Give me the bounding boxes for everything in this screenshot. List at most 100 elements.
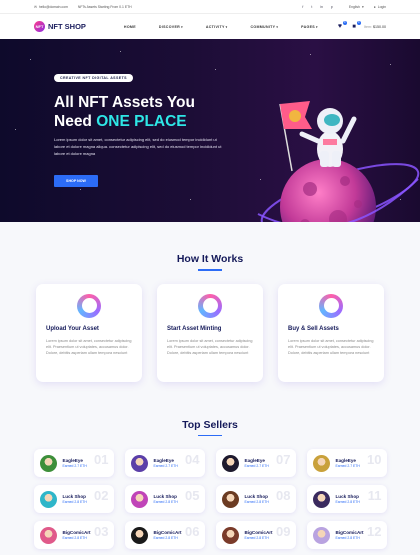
seller-card[interactable]: BigComicArt Earned 2.8 ETH 06 xyxy=(124,521,205,550)
seller-card[interactable]: BigComicArt Earned 2.8 ETH 03 xyxy=(33,521,114,550)
seller-rank: 07 xyxy=(276,452,291,468)
astronaut-planet-illustration xyxy=(257,101,420,222)
seller-name: EagleEye xyxy=(244,457,265,463)
step-card[interactable]: Buy & Sell Assets Lorem ipsum dolor sit a… xyxy=(278,283,384,382)
hero-title: All NFT Assets You Need ONE PLACE xyxy=(54,93,254,131)
facebook-icon[interactable]: f xyxy=(302,5,303,9)
seller-rank: 12 xyxy=(367,524,382,540)
seller-card[interactable]: Luck Shop Earned 2.8 ETH 08 xyxy=(215,485,296,514)
step-title: Buy & Sell Assets xyxy=(288,325,339,332)
seller-info: EagleEye Earned 2.7 ETH xyxy=(336,458,360,469)
linkedin-icon[interactable]: in xyxy=(320,5,323,9)
seller-earned: Earned 2.8 ETH xyxy=(244,536,269,541)
login-link[interactable]: ● Login xyxy=(374,5,386,9)
top-bar: ✉ hello@domain.com NFTs Assets Starting F… xyxy=(0,0,420,14)
seller-rank: 09 xyxy=(276,524,291,540)
shop-now-button[interactable]: SHOP NOW xyxy=(54,175,98,187)
twitter-icon[interactable]: t xyxy=(311,5,312,9)
seller-name: Luck Shop xyxy=(153,493,177,499)
seller-info: BigComicArt Earned 2.8 ETH xyxy=(63,530,91,541)
seller-name: BigComicArt xyxy=(335,529,364,535)
seller-info: BigComicArt Earned 2.8 ETH xyxy=(154,530,182,541)
seller-name: BigComicArt xyxy=(153,529,182,535)
step-card[interactable]: Start Asset Minting Lorem ipsum dolor sit… xyxy=(157,283,263,382)
buy-sell-icon xyxy=(319,293,343,318)
seller-earned: Earned 2.7 ETH xyxy=(153,464,178,469)
nav-item-discover[interactable]: DISCOVER ▾ xyxy=(159,25,183,29)
email-contact[interactable]: ✉ hello@domain.com xyxy=(34,5,68,9)
nav-item-activity-label: ACTIVITY xyxy=(205,24,225,29)
hero-title-accent: ONE PLACE xyxy=(96,113,187,130)
user-icon: ● xyxy=(373,4,376,9)
mail-icon: ✉ xyxy=(34,4,37,9)
avatar xyxy=(312,454,330,472)
seller-info: EagleEye Earned 2.7 ETH xyxy=(154,458,178,469)
language-select[interactable]: English ▾ xyxy=(349,5,364,9)
upload-icon xyxy=(77,293,101,318)
step-text: Lorem ipsum dolor sit amet, consectetur … xyxy=(46,338,132,356)
seller-name: EagleEye xyxy=(153,457,174,463)
cart-balance[interactable]: Item: $150.00 xyxy=(364,25,386,29)
seller-name: Luck Shop xyxy=(62,493,86,499)
chevron-down-icon: ▾ xyxy=(225,24,228,29)
seller-earned: Earned 2.8 ETH xyxy=(244,500,269,505)
minting-icon xyxy=(198,293,222,318)
avatar xyxy=(130,526,148,544)
seller-card[interactable]: EagleEye Earned 2.7 ETH 10 xyxy=(306,449,387,478)
seller-card[interactable]: Luck Shop Earned 2.8 ETH 05 xyxy=(124,485,205,514)
seller-info: Luck Shop Earned 2.8 ETH xyxy=(336,494,360,505)
nav-item-home[interactable]: HOME xyxy=(124,25,136,29)
sellers-grid: EagleEye Earned 2.7 ETH 01 EagleEye Earned 2… xyxy=(0,449,420,550)
step-title: Upload Your Asset xyxy=(46,325,99,332)
hero-title-line2: Need ONE PLACE xyxy=(54,112,254,131)
balance-value: $150.00 xyxy=(373,24,386,29)
seller-info: BigComicArt Earned 2.8 ETH xyxy=(245,530,273,541)
nav-menu: HOME DISCOVER ▾ ACTIVITY ▾ COMMUNITY ▾ PAGE… xyxy=(124,25,318,29)
nav-item-activity[interactable]: ACTIVITY ▾ xyxy=(206,25,228,29)
heart-icon: ♥ xyxy=(337,23,343,30)
pinterest-icon[interactable]: p xyxy=(331,5,333,9)
login-label: Login xyxy=(377,4,386,9)
seller-rank: 04 xyxy=(185,452,200,468)
title-underline xyxy=(198,269,222,271)
site-logo[interactable]: NFT NFT SHOP xyxy=(34,21,86,32)
top-sellers-title: Top Sellers xyxy=(182,418,238,431)
seller-earned: Earned 2.8 ETH xyxy=(153,500,178,505)
nav-actions: ♥ 0 ■ 0 Item: $150.00 xyxy=(336,20,386,31)
seller-card[interactable]: EagleEye Earned 2.7 ETH 04 xyxy=(124,449,205,478)
seller-card[interactable]: BigComicArt Earned 2.8 ETH 09 xyxy=(215,521,296,550)
cart-button[interactable]: ■ 0 xyxy=(350,20,361,31)
seller-card[interactable]: Luck Shop Earned 2.8 ETH 02 xyxy=(33,485,114,514)
avatar xyxy=(39,526,57,544)
hero-banner: CREATIVE NFT DIGITAL ASSETS All NFT Asse… xyxy=(0,39,420,222)
seller-rank: 02 xyxy=(94,488,109,504)
avatar xyxy=(221,526,239,544)
step-title: Start Asset Minting xyxy=(167,325,222,332)
chevron-down-icon: ▾ xyxy=(276,24,279,29)
seller-earned: Earned 2.7 ETH xyxy=(335,464,360,469)
wishlist-button[interactable]: ♥ 0 xyxy=(336,20,347,31)
seller-earned: Earned 2.8 ETH xyxy=(335,500,360,505)
hero-tagline: CREATIVE NFT DIGITAL ASSETS xyxy=(54,74,133,82)
main-nav: NFT NFT SHOP HOME DISCOVER ▾ ACTIVITY ▾ CO… xyxy=(0,14,420,39)
seller-earned: Earned 2.8 ETH xyxy=(153,536,178,541)
seller-rank: 01 xyxy=(94,452,109,468)
seller-card[interactable]: Luck Shop Earned 2.8 ETH 11 xyxy=(306,485,387,514)
avatar xyxy=(312,490,330,508)
top-sellers-section: Top Sellers EagleEye Earned 2.7 ETH 01 Eagl… xyxy=(0,382,420,550)
avatar xyxy=(221,490,239,508)
step-card[interactable]: Upload Your Asset Lorem ipsum dolor sit a… xyxy=(36,283,142,382)
seller-card[interactable]: BigComicArt Earned 2.8 ETH 12 xyxy=(306,521,387,550)
seller-card[interactable]: EagleEye Earned 2.7 ETH 01 xyxy=(33,449,114,478)
seller-name: Luck Shop xyxy=(244,493,268,499)
nav-item-community[interactable]: COMMUNITY ▾ xyxy=(250,25,278,29)
seller-card[interactable]: EagleEye Earned 2.7 ETH 07 xyxy=(215,449,296,478)
nav-item-pages[interactable]: PAGES ▾ xyxy=(301,25,318,29)
seller-info: Luck Shop Earned 2.8 ETH xyxy=(63,494,87,505)
steps-list: Upload Your Asset Lorem ipsum dolor sit a… xyxy=(0,283,420,382)
nav-item-community-label: COMMUNITY xyxy=(250,24,276,29)
how-it-works-section: How It Works Upload Your Asset Lorem ipsu… xyxy=(0,222,420,382)
seller-name: EagleEye xyxy=(62,457,83,463)
seller-name: EagleEye xyxy=(335,457,356,463)
seller-rank: 03 xyxy=(94,524,109,540)
